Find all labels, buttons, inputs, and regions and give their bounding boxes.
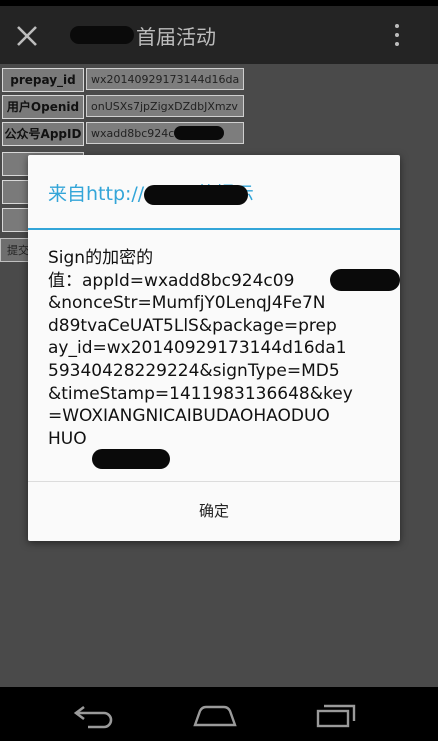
app-title: 首届活动	[136, 24, 216, 49]
message-line: d89tvaCeUAT5LlS&package=prep	[48, 315, 337, 336]
openid-input[interactable]: onUSXs7jpZigxDZdbJXmzv	[86, 95, 244, 117]
home-icon[interactable]	[192, 701, 238, 729]
navigation-bar	[0, 687, 438, 741]
message-line: 59340428229224&signType=MD5	[48, 360, 340, 381]
message-line: &nonceStr=MumfjY0LenqJ4Fe7N	[48, 293, 326, 314]
message-line: &timeStamp=1411983136648&key	[48, 383, 353, 404]
message-line: =WOXIANGNICAIBUDAOHAODUO	[48, 406, 330, 427]
app-title-wrap: 首届活动	[70, 20, 216, 50]
redaction-mark	[92, 449, 170, 469]
overflow-menu-icon[interactable]	[392, 24, 402, 50]
redaction-mark	[144, 185, 248, 205]
ok-button[interactable]: 确定	[28, 482, 400, 541]
message-line: HUO	[48, 428, 87, 449]
form-label: 公众号AppID	[2, 122, 84, 146]
prepay-id-input[interactable]: wx20140929173144d16da	[86, 68, 244, 90]
recent-apps-icon[interactable]	[314, 701, 360, 729]
close-icon[interactable]	[14, 23, 40, 49]
redaction-mark	[70, 26, 134, 44]
back-icon[interactable]	[72, 701, 118, 729]
form-label: prepay_id	[2, 68, 84, 92]
form-label: 用户Openid	[2, 95, 84, 119]
app-bar: 首届活动	[0, 6, 438, 64]
message-line: Sign的加密的	[48, 248, 154, 268]
message-line: ay_id=wx20140929173144d16da1	[48, 338, 347, 359]
alert-dialog: 来自http:// .com的提示 Sign的加密的 值：appId=wxadd…	[28, 155, 400, 541]
redaction-mark	[174, 126, 224, 140]
dialog-divider	[28, 228, 400, 230]
redaction-mark	[330, 269, 400, 291]
dialog-message: Sign的加密的 值：appId=wxadd8bc924c09 &nonceSt…	[48, 247, 400, 469]
dialog-title-wrap: 来自http:// .com的提示	[48, 179, 254, 209]
